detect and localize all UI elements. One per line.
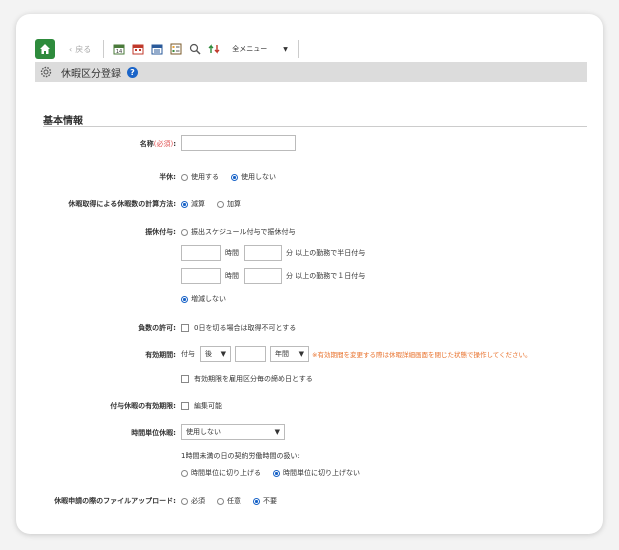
validity-unit-value: 年間: [275, 350, 289, 358]
svg-text:14: 14: [116, 49, 122, 55]
validity-closing-text: 有効期限を雇用区分毎の締め日とする: [194, 375, 313, 383]
caret-down-icon: ▼: [274, 428, 280, 436]
name-label-text: 名称: [139, 140, 154, 148]
hourly-noroundup-radio[interactable]: [273, 469, 280, 477]
grant-schedule-radio[interactable]: [181, 228, 188, 236]
name-label-colon: :: [173, 140, 176, 148]
calc-add-radio[interactable]: [217, 200, 224, 208]
help-icon[interactable]: ?: [127, 66, 138, 78]
grant-schedule-text: 振出スケジュール付与で振休付与: [191, 228, 296, 236]
upload-none-text: 不要: [263, 497, 277, 505]
back-label: 戻る: [75, 44, 92, 54]
grant-full-hours-input[interactable]: [181, 268, 221, 284]
toolbar: ‹ 戻る 14 全メニュー ▼: [35, 38, 587, 60]
caret-down-icon: ▼: [298, 350, 304, 358]
validity-warning: ※有効期間を変更する際は休暇詳細画面を閉じた状態で操作してください。: [312, 351, 532, 359]
chevron-left-icon: ‹: [69, 44, 73, 54]
upload-required-radio[interactable]: [181, 497, 188, 505]
caret-down-icon[interactable]: ▼: [283, 46, 288, 53]
upload-label: 休暇申請の際のファイルアップロード:: [54, 497, 176, 505]
hourly-label: 時間単位休暇:: [131, 429, 176, 437]
grant-full-text: 分 以上の勤務で１日付与: [286, 272, 366, 280]
home-button[interactable]: [35, 39, 55, 59]
hourly-roundup-text: 時間単位に切り上げる: [191, 469, 261, 477]
negative-text: 0日を切る場合は取得不可とする: [194, 324, 297, 332]
grant-schedule-option: 振出スケジュール付与で振休付与: [181, 227, 296, 237]
validity-control: 付与 後 ▼ 年間 ▼ ※有効期間を変更する際は休暇詳細画面を閉じた状態で操作してく…: [181, 346, 532, 362]
calendar-14-icon[interactable]: 14: [112, 42, 126, 56]
half-use-text: 使用する: [191, 173, 219, 181]
magnify-icon[interactable]: [188, 42, 202, 56]
grant-label: 振休付与:: [145, 228, 176, 236]
caret-down-icon: ▼: [220, 350, 226, 358]
negative-control: 0日を切る場合は取得不可とする: [181, 323, 296, 333]
grant-half-text: 分 以上の勤務で半日付与: [286, 249, 366, 257]
calc-control: 減算 加算: [181, 199, 241, 209]
calendar-list-icon[interactable]: [150, 42, 164, 56]
grant-validity-control: 編集可能: [181, 401, 222, 411]
grant-validity-label: 付与休暇の有効期限:: [110, 402, 176, 410]
card-list-icon[interactable]: [169, 42, 183, 56]
upload-optional-text: 任意: [227, 497, 241, 505]
name-control: [181, 135, 296, 151]
half-use-radio[interactable]: [181, 173, 188, 181]
validity-after-value: 後: [205, 350, 212, 358]
upload-none-radio[interactable]: [253, 497, 260, 505]
negative-checkbox[interactable]: [181, 324, 189, 332]
grant-half-minutes-input[interactable]: [244, 245, 282, 261]
half-nouse-text: 使用しない: [241, 173, 276, 181]
validity-label: 有効期間:: [145, 351, 176, 359]
validity-closing-checkbox[interactable]: [181, 375, 189, 383]
validity-closing-option: 有効期限を雇用区分毎の締め日とする: [181, 374, 313, 384]
hourly-select[interactable]: 使用しない ▼: [181, 424, 285, 440]
section-divider: [43, 126, 587, 127]
hourly-control: 使用しない ▼: [181, 424, 285, 440]
required-mark: (必須): [153, 140, 174, 148]
grant-none-option: 増減しない: [181, 294, 226, 304]
toolbar-divider: [297, 40, 299, 58]
grant-none-radio[interactable]: [181, 295, 188, 303]
calendar-red-icon[interactable]: [131, 42, 145, 56]
hourly-noroundup-text: 時間単位に切り上げない: [283, 469, 360, 477]
negative-label: 負数の許可:: [138, 324, 176, 332]
hourly-roundup-radio[interactable]: [181, 469, 188, 477]
hourly-note: 1時間未満の日の契約労働時間の扱い:: [181, 452, 300, 460]
all-menu-dropdown[interactable]: 全メニュー: [232, 44, 267, 54]
validity-number-input[interactable]: [235, 346, 266, 362]
validity-prefix: 付与: [181, 350, 195, 358]
calc-add-text: 加算: [227, 200, 241, 208]
upload-control: 必須 任意 不要: [181, 496, 277, 506]
calc-subtract-text: 減算: [191, 200, 205, 208]
page-title: 休暇区分登録: [61, 68, 121, 80]
grant-full-row: 時間 分 以上の勤務で１日付与: [181, 268, 365, 284]
grant-half-row: 時間 分 以上の勤務で半日付与: [181, 245, 365, 261]
grant-half-hours-unit: 時間: [225, 249, 239, 257]
half-label: 半休:: [159, 173, 176, 181]
toolbar-divider: [103, 40, 105, 58]
grant-validity-text: 編集可能: [194, 402, 222, 410]
grant-half-hours-input[interactable]: [181, 245, 221, 261]
gear-icon: [39, 65, 53, 79]
half-control: 使用する 使用しない: [181, 172, 276, 182]
upload-required-text: 必須: [191, 497, 205, 505]
half-nouse-radio[interactable]: [231, 173, 238, 181]
grant-validity-checkbox[interactable]: [181, 402, 189, 410]
hourly-select-value: 使用しない: [186, 428, 221, 436]
upload-optional-radio[interactable]: [217, 497, 224, 505]
home-icon: [40, 44, 50, 54]
name-input[interactable]: [181, 135, 296, 151]
sort-arrows-icon[interactable]: [207, 42, 221, 56]
calc-subtract-radio[interactable]: [181, 200, 188, 208]
hourly-rounding-control: 時間単位に切り上げる 時間単位に切り上げない: [181, 468, 360, 478]
back-link[interactable]: ‹ 戻る: [69, 44, 91, 55]
grant-none-text: 増減しない: [191, 295, 226, 303]
calc-label: 休暇取得による休暇数の計算方法:: [68, 200, 176, 208]
grant-full-minutes-input[interactable]: [244, 268, 282, 284]
name-label: 名称(必須):: [140, 139, 176, 149]
grant-full-hours-unit: 時間: [225, 272, 239, 280]
validity-after-select[interactable]: 後 ▼: [200, 346, 231, 362]
section-title: 基本情報: [43, 116, 83, 127]
title-bar: 休暇区分登録 ?: [35, 62, 587, 82]
validity-unit-select[interactable]: 年間 ▼: [270, 346, 309, 362]
